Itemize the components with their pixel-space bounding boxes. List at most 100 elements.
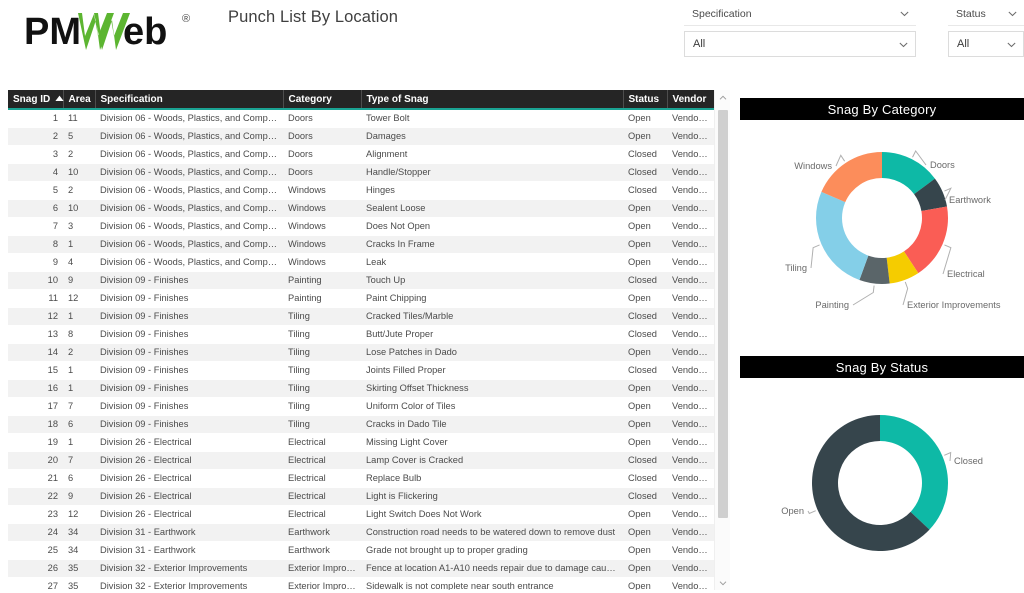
table-row[interactable]: 18 6 Division 09 - Finishes Tiling Cracks in… bbox=[8, 415, 714, 434]
table-row[interactable]: 4 10 Division 06 - Woods, Plastics, and Co… bbox=[8, 163, 714, 182]
cell-type-of-snag: Joints Filled Proper bbox=[361, 361, 623, 380]
specification-filter-header[interactable]: Specification bbox=[684, 2, 916, 26]
table-row[interactable]: 1 11 Division 06 - Woods, Plastics, and Co… bbox=[8, 109, 714, 128]
table-vertical-scrollbar[interactable] bbox=[714, 90, 730, 590]
cell-status: Closed bbox=[623, 325, 667, 344]
cell-snag-id: 21 bbox=[8, 469, 63, 488]
report-header: PM eb ® Punch List By Location Specifica… bbox=[0, 0, 1024, 86]
cell-area: 12 bbox=[63, 289, 95, 308]
cell-vendor: Vendor D bbox=[667, 487, 714, 506]
donut-label-electrical: Electrical bbox=[947, 269, 985, 279]
column-header-snag-id[interactable]: Snag ID bbox=[8, 90, 64, 110]
cell-snag-id: 6 bbox=[8, 199, 63, 218]
table-row[interactable]: 12 1 Division 09 - Finishes Tiling Cracked T… bbox=[8, 307, 714, 326]
cell-area: 10 bbox=[63, 199, 95, 218]
cell-specification: Division 06 - Woods, Plastics, and Compo… bbox=[95, 253, 283, 272]
donut-label-exterior-improvements: Exterior Improvements bbox=[907, 300, 1001, 310]
donut-slice-closed[interactable] bbox=[880, 415, 948, 530]
chevron-down-icon[interactable] bbox=[1007, 8, 1018, 19]
cell-type-of-snag: Light Switch Does Not Work bbox=[361, 505, 623, 524]
cell-snag-id: 17 bbox=[8, 397, 63, 416]
table-row[interactable]: 11 12 Division 09 - Finishes Painting Paint … bbox=[8, 289, 714, 308]
cell-specification: Division 31 - Earthwork bbox=[95, 541, 283, 560]
column-header-specification[interactable]: Specification bbox=[95, 90, 284, 110]
specification-filter-label: Specification bbox=[692, 7, 752, 20]
cell-snag-id: 19 bbox=[8, 433, 63, 452]
column-header-type-of-snag[interactable]: Type of Snag bbox=[361, 90, 624, 110]
cell-category: Windows bbox=[283, 199, 361, 218]
cell-snag-id: 26 bbox=[8, 559, 63, 578]
callout-leader-line bbox=[807, 510, 816, 515]
cell-category: Tiling bbox=[283, 379, 361, 398]
cell-category: Electrical bbox=[283, 505, 361, 524]
table-row[interactable]: 2 5 Division 06 - Woods, Plastics, and Com… bbox=[8, 127, 714, 146]
table-row[interactable]: 9 4 Division 06 - Woods, Plastics, and Com… bbox=[8, 253, 714, 272]
cell-type-of-snag: Grade not brought up to proper grading bbox=[361, 541, 623, 560]
table-row[interactable]: 13 8 Division 09 - Finishes Tiling Butt/Jute… bbox=[8, 325, 714, 344]
scroll-down-arrow-icon[interactable] bbox=[715, 575, 731, 590]
callout-leader-line bbox=[852, 285, 875, 306]
table-row[interactable]: 20 7 Division 26 - Electrical Electrical Lam… bbox=[8, 451, 714, 470]
table-row[interactable]: 15 1 Division 09 - Finishes Tiling Joints Fi… bbox=[8, 361, 714, 380]
table-row[interactable]: 6 10 Division 06 - Woods, Plastics, and Co… bbox=[8, 199, 714, 218]
table-row[interactable]: 8 1 Division 06 - Woods, Plastics, and Com… bbox=[8, 235, 714, 254]
cell-type-of-snag: Light is Flickering bbox=[361, 487, 623, 506]
donut-slice-tiling[interactable] bbox=[816, 191, 869, 281]
table-row[interactable]: 22 9 Division 26 - Electrical Electrical Lig… bbox=[8, 487, 714, 506]
status-filter[interactable]: Status All bbox=[948, 2, 1024, 57]
table-row[interactable]: 3 2 Division 06 - Woods, Plastics, and Com… bbox=[8, 145, 714, 164]
donut-slice-windows[interactable] bbox=[821, 152, 882, 203]
cell-category: Tiling bbox=[283, 325, 361, 344]
column-header-status[interactable]: Status bbox=[623, 90, 668, 110]
status-filter-header[interactable]: Status bbox=[948, 2, 1024, 26]
table-row[interactable]: 21 6 Division 26 - Electrical Electrical Rep… bbox=[8, 469, 714, 488]
sort-ascending-icon[interactable] bbox=[55, 95, 64, 102]
cell-area: 1 bbox=[63, 361, 95, 380]
cell-area: 5 bbox=[63, 127, 95, 146]
column-header-area[interactable]: Area bbox=[63, 90, 96, 110]
table-row[interactable]: 23 12 Division 26 - Electrical Electrical Li… bbox=[8, 505, 714, 524]
cell-snag-id: 20 bbox=[8, 451, 63, 470]
cell-vendor: Vendor A bbox=[667, 109, 714, 128]
column-header-vendor[interactable]: Vendor bbox=[667, 90, 714, 110]
cell-vendor: Vendor E bbox=[667, 523, 714, 542]
cell-type-of-snag: Uniform Color of Tiles bbox=[361, 397, 623, 416]
cell-area: 35 bbox=[63, 559, 95, 578]
cell-vendor: Vendor C bbox=[667, 415, 714, 434]
donut-label-tiling: Tiling bbox=[785, 263, 807, 273]
table-row[interactable]: 19 1 Division 26 - Electrical Electrical Mis… bbox=[8, 433, 714, 452]
table-row[interactable]: 5 2 Division 06 - Woods, Plastics, and Com… bbox=[8, 181, 714, 200]
chevron-down-icon[interactable] bbox=[1006, 39, 1017, 50]
cell-snag-id: 2 bbox=[8, 127, 63, 146]
cell-type-of-snag: Lamp Cover is Cracked bbox=[361, 451, 623, 470]
table-row[interactable]: 14 2 Division 09 - Finishes Tiling Lose Patc… bbox=[8, 343, 714, 362]
cell-type-of-snag: Cracks in Dado Tile bbox=[361, 415, 623, 434]
cell-area: 34 bbox=[63, 541, 95, 560]
table-row[interactable]: 10 9 Division 09 - Finishes Painting Touch U… bbox=[8, 271, 714, 290]
cell-area: 10 bbox=[63, 163, 95, 182]
table-row[interactable]: 27 35 Division 32 - Exterior Improvements E… bbox=[8, 577, 714, 590]
cell-type-of-snag: Fence at location A1-A10 needs repair du… bbox=[361, 559, 623, 578]
table-row[interactable]: 16 1 Division 09 - Finishes Tiling Skirting … bbox=[8, 379, 714, 398]
column-header-category[interactable]: Category bbox=[283, 90, 362, 110]
scrollbar-thumb[interactable] bbox=[718, 110, 728, 518]
cell-category: Electrical bbox=[283, 433, 361, 452]
chevron-down-icon[interactable] bbox=[898, 39, 909, 50]
status-filter-value: All bbox=[957, 38, 970, 50]
specification-filter-select[interactable]: All bbox=[684, 31, 916, 57]
table-row[interactable]: 7 3 Division 06 - Woods, Plastics, and Com… bbox=[8, 217, 714, 236]
cell-category: Windows bbox=[283, 217, 361, 236]
table-row[interactable]: 17 7 Division 09 - Finishes Tiling Uniform C… bbox=[8, 397, 714, 416]
cell-vendor: Vendor C bbox=[667, 343, 714, 362]
status-filter-select[interactable]: All bbox=[948, 31, 1024, 57]
cell-category: Exterior Improv... bbox=[283, 559, 361, 578]
table-row[interactable]: 24 34 Division 31 - Earthwork Earthwork Cons… bbox=[8, 523, 714, 542]
table-row[interactable]: 26 35 Division 32 - Exterior Improvements E… bbox=[8, 559, 714, 578]
donut-label-closed: Closed bbox=[954, 456, 983, 466]
cell-area: 4 bbox=[63, 253, 95, 272]
specification-filter[interactable]: Specification All bbox=[684, 2, 916, 57]
scroll-up-arrow-icon[interactable] bbox=[715, 90, 731, 105]
chevron-down-icon[interactable] bbox=[899, 8, 910, 19]
snag-by-status-title: Snag By Status bbox=[740, 356, 1024, 378]
table-row[interactable]: 25 34 Division 31 - Earthwork Earthwork Grad… bbox=[8, 541, 714, 560]
